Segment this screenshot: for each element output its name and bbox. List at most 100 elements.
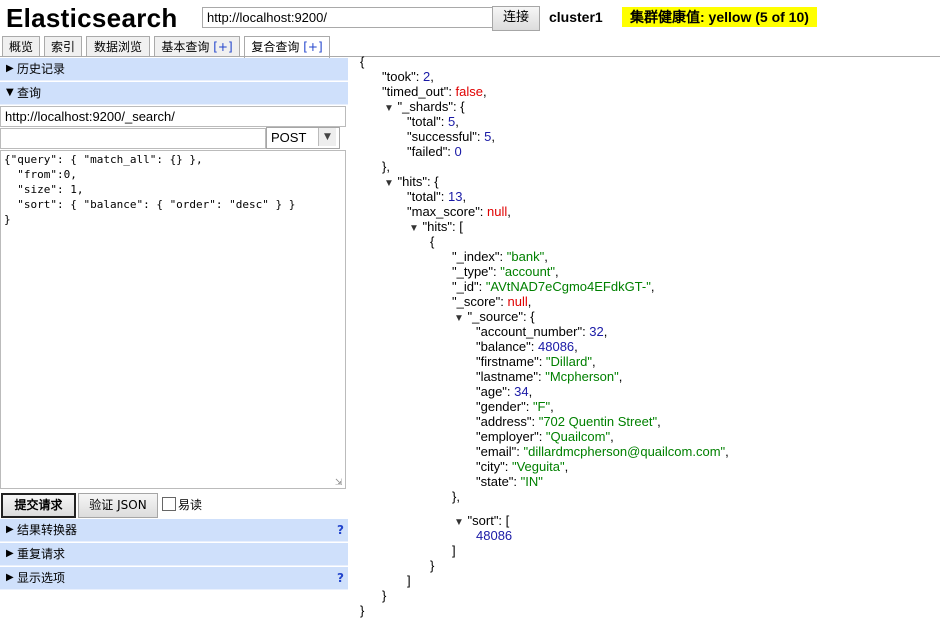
tab-data-browser[interactable]: 数据浏览 [86,36,150,57]
repeat-request-section-header[interactable]: ▶ 重复请求 [0,543,348,566]
help-icon[interactable]: ? [337,567,344,589]
json-value: null [507,294,528,309]
json-value: "AVtNAD7eCgmo4EFdkGT-" [485,279,651,294]
query-body-editor[interactable]: {"query": { "match_all": {} }, "from":0,… [0,150,346,489]
tab-label: 数据浏览 [93,40,142,54]
query-line: "from":0, [4,168,77,181]
collapse-toggle-icon[interactable]: ▼ [384,178,394,189]
connect-button[interactable]: 连接 [492,6,540,31]
json-line: "_score": null, [452,294,532,309]
result-transformer-section-header[interactable]: ▶ 结果转换器 ? [0,519,348,542]
submit-request-button[interactable]: 提交请求 [1,493,76,518]
triangle-down-icon: ▼ [6,87,14,98]
json-line: ▼ "_source": { [454,309,535,324]
json-value: 48086 [538,339,575,354]
json-line: }, [452,489,460,504]
json-line: "failed": 0 [407,144,462,159]
json-line: ▼ "hits": [ [409,219,463,234]
json-value: "IN" [520,474,543,489]
json-value: 13 [448,189,463,204]
json-line: "account_number": 32, [476,324,608,339]
json-line: ▼ "_shards": { [384,99,465,114]
json-line: "email": "dillardmcpherson@quailcom.com"… [476,444,729,459]
section-label: 历史记录 [17,62,66,76]
json-line: "balance": 48086, [476,339,578,354]
json-response-viewer: { "took": 2, "timed_out": false, ▼ "_sha… [356,52,940,630]
tab-compound-query[interactable]: 复合查询 [+] [244,36,330,58]
query-section-header[interactable]: ▼ 查询 [0,82,348,105]
json-value: 34 [514,384,529,399]
help-icon[interactable]: ? [337,519,344,541]
json-value: 32 [589,324,604,339]
json-line: } [382,588,387,603]
history-section-header[interactable]: ▶ 历史记录 [0,58,348,81]
json-line: "_type": "account", [452,264,559,279]
query-panel: ▶ 历史记录 ▼ 查询 http://localhost:9200/_searc… [0,58,350,592]
json-line: "city": "Veguita", [476,459,569,474]
json-value: "bank" [506,249,545,264]
collapse-toggle-icon[interactable]: ▼ [454,313,464,324]
cluster-health-badge: 集群健康值: yellow (5 of 10) [622,7,817,27]
json-line: "successful": 5, [407,129,496,144]
json-line: "firstname": "Dillard", [476,354,596,369]
json-value: "Dillard" [545,354,592,369]
tab-label: 复合查询 [251,40,300,54]
display-options-section-header[interactable]: ▶ 显示选项 ? [0,567,348,590]
json-line: "total": 5, [407,114,459,129]
query-line: } [4,213,11,226]
request-path-input[interactable] [0,128,266,149]
json-value: 0 [454,144,462,159]
json-line: 48086 [476,528,512,543]
triangle-right-icon: ▶ [6,524,14,535]
json-line: "max_score": null, [407,204,511,219]
json-line: ] [452,543,456,558]
json-value: null [487,204,508,219]
query-line: {"query": { "match_all": {} }, [4,153,203,166]
tab-basic-query[interactable]: 基本查询 [+] [154,36,240,57]
collapse-toggle-icon[interactable]: ▼ [384,103,394,114]
request-url-input[interactable]: http://localhost:9200/_search/ [0,106,346,127]
json-value: "F" [532,399,551,414]
json-line: } [430,558,435,573]
tab-label: 基本查询 [161,40,210,54]
cluster-name: cluster1 [549,9,603,25]
readable-checkbox[interactable] [162,497,176,511]
collapse-toggle-icon[interactable]: ▼ [454,517,464,528]
json-value: 5 [448,114,456,129]
tab-overview[interactable]: 概览 [2,36,40,57]
json-value: "dillardmcpherson@quailcom.com" [523,444,726,459]
json-value: "702 Quentin Street" [538,414,658,429]
readable-label: 易读 [178,498,203,512]
triangle-right-icon: ▶ [6,572,14,583]
section-label: 结果转换器 [17,523,78,537]
section-label: 查询 [17,86,42,100]
triangle-right-icon: ▶ [6,63,14,74]
json-line: }, [382,159,390,174]
cluster-url-input[interactable]: http://localhost:9200/ [202,7,494,28]
tab-add-icon[interactable]: [+] [303,40,322,54]
tab-add-icon[interactable]: [+] [213,40,232,54]
chevron-down-icon[interactable]: ▼ [318,128,336,146]
json-line: } [360,603,365,618]
json-line: "state": "IN" [476,474,543,489]
resize-grip-icon[interactable]: ⇲ [335,478,345,488]
section-label: 重复请求 [17,547,66,561]
query-line: "sort": { "balance": { "order": "desc" }… [4,198,296,211]
json-value: "account" [500,264,556,279]
collapse-toggle-icon[interactable]: ▼ [409,223,419,234]
json-value: "Quailcom" [545,429,611,444]
validate-json-button[interactable]: 验证 JSON [78,493,158,518]
json-line: ] [407,573,411,588]
header: Elasticsearch http://localhost:9200/ 连接 … [0,0,940,36]
json-line: { [360,54,365,69]
json-line: "total": 13, [407,189,467,204]
triangle-right-icon: ▶ [6,548,14,559]
json-line: "lastname": "Mcpherson", [476,369,623,384]
json-line: "gender": "F", [476,399,554,414]
json-value: false [455,84,484,99]
json-line: "address": "702 Quentin Street", [476,414,661,429]
json-line: "timed_out": false, [382,84,487,99]
tab-indices[interactable]: 索引 [44,36,82,57]
json-line: "employer": "Quailcom", [476,429,614,444]
section-label: 显示选项 [17,571,66,585]
